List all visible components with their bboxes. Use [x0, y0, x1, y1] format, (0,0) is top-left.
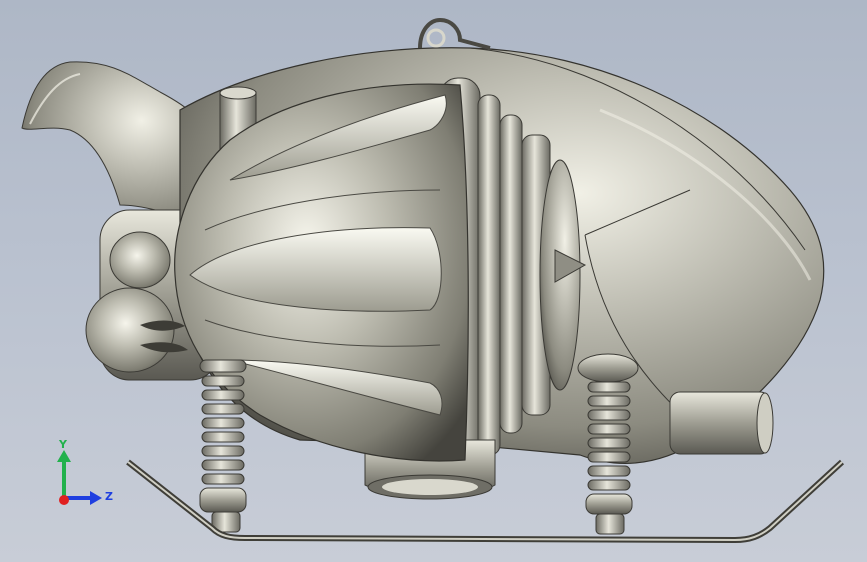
- y-axis-label: Y: [59, 438, 67, 451]
- z-axis-label: Z: [105, 490, 113, 503]
- cad-viewport[interactable]: [0, 0, 867, 562]
- coordinate-triad: Y Z: [48, 438, 128, 510]
- spring-left: [199, 359, 247, 533]
- side-pipe: [669, 391, 774, 455]
- hanging-ring: [418, 17, 491, 50]
